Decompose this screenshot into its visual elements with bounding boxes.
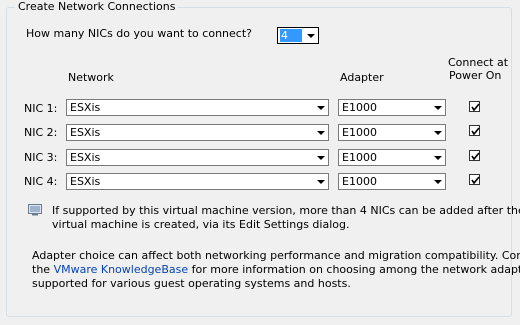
nic-adapter-select[interactable]: E1000	[338, 124, 446, 141]
nic-network-select[interactable]: ESXis	[66, 99, 329, 116]
nic-count-select[interactable]: 4	[277, 27, 319, 44]
chevron-down-icon[interactable]	[302, 28, 318, 43]
nic-label: NIC 3:	[24, 151, 58, 164]
nic-label: NIC 1:	[24, 102, 58, 115]
info-note-line1: If supported by this virtual machine ver…	[52, 204, 520, 217]
nic-label: NIC 2:	[24, 126, 58, 139]
nic-adapter-select[interactable]: E1000	[338, 99, 446, 116]
chevron-down-icon[interactable]	[429, 150, 445, 165]
info-note-line2: virtual machine is created, via its Edit…	[52, 218, 350, 231]
connect-at-power-on-checkbox[interactable]	[469, 101, 480, 112]
nic-count-value: 4	[280, 29, 302, 42]
nic-label: NIC 4:	[24, 175, 58, 188]
nic-adapter-select[interactable]: E1000	[338, 149, 446, 166]
vmware-knowledgebase-link[interactable]: VMware KnowledgeBase	[54, 263, 189, 276]
nic-count-label: How many NICs do you want to connect?	[26, 27, 252, 40]
connect-header-line1: Connect at	[448, 56, 509, 69]
nic-network-value: ESXis	[70, 126, 101, 139]
nic-network-value: ESXis	[70, 101, 101, 114]
nic-network-select[interactable]: ESXis	[66, 149, 329, 166]
nic-adapter-value: E1000	[342, 175, 377, 188]
chevron-down-icon[interactable]	[429, 125, 445, 140]
nic-network-select[interactable]: ESXis	[66, 173, 329, 190]
adapter-note-line2: the VMware KnowledgeBase for more inform…	[32, 263, 520, 277]
nic-adapter-value: E1000	[342, 151, 377, 164]
checkmark-icon	[471, 152, 480, 161]
adapter-note-line3: supported for various guest operating sy…	[32, 277, 351, 290]
nic-network-value: ESXis	[70, 151, 101, 164]
nic-adapter-select[interactable]: E1000	[338, 173, 446, 190]
connect-at-power-on-checkbox[interactable]	[469, 125, 480, 136]
connect-at-power-on-checkbox[interactable]	[469, 150, 480, 161]
adapter-column-header: Adapter	[340, 71, 384, 84]
connect-at-power-on-checkbox[interactable]	[469, 174, 480, 185]
nic-adapter-value: E1000	[342, 126, 377, 139]
connect-header-line2: Power On	[449, 69, 502, 82]
checkmark-icon	[471, 127, 480, 136]
nic-network-select[interactable]: ESXis	[66, 124, 329, 141]
nic-network-value: ESXis	[70, 175, 101, 188]
chevron-down-icon[interactable]	[312, 100, 328, 115]
network-column-header: Network	[68, 71, 114, 84]
chevron-down-icon[interactable]	[312, 125, 328, 140]
adapter-note-suffix: for more information on choosing among t…	[188, 263, 520, 276]
chevron-down-icon[interactable]	[312, 150, 328, 165]
checkmark-icon	[471, 176, 480, 185]
chevron-down-icon[interactable]	[429, 174, 445, 189]
checkmark-icon	[471, 103, 480, 112]
adapter-note-line1: Adapter choice can affect both networkin…	[32, 249, 520, 262]
chevron-down-icon[interactable]	[429, 100, 445, 115]
chevron-down-icon[interactable]	[312, 174, 328, 189]
nic-adapter-value: E1000	[342, 101, 377, 114]
info-icon	[28, 204, 42, 216]
group-title: Create Network Connections	[15, 0, 179, 14]
adapter-note-prefix: the	[32, 263, 54, 276]
